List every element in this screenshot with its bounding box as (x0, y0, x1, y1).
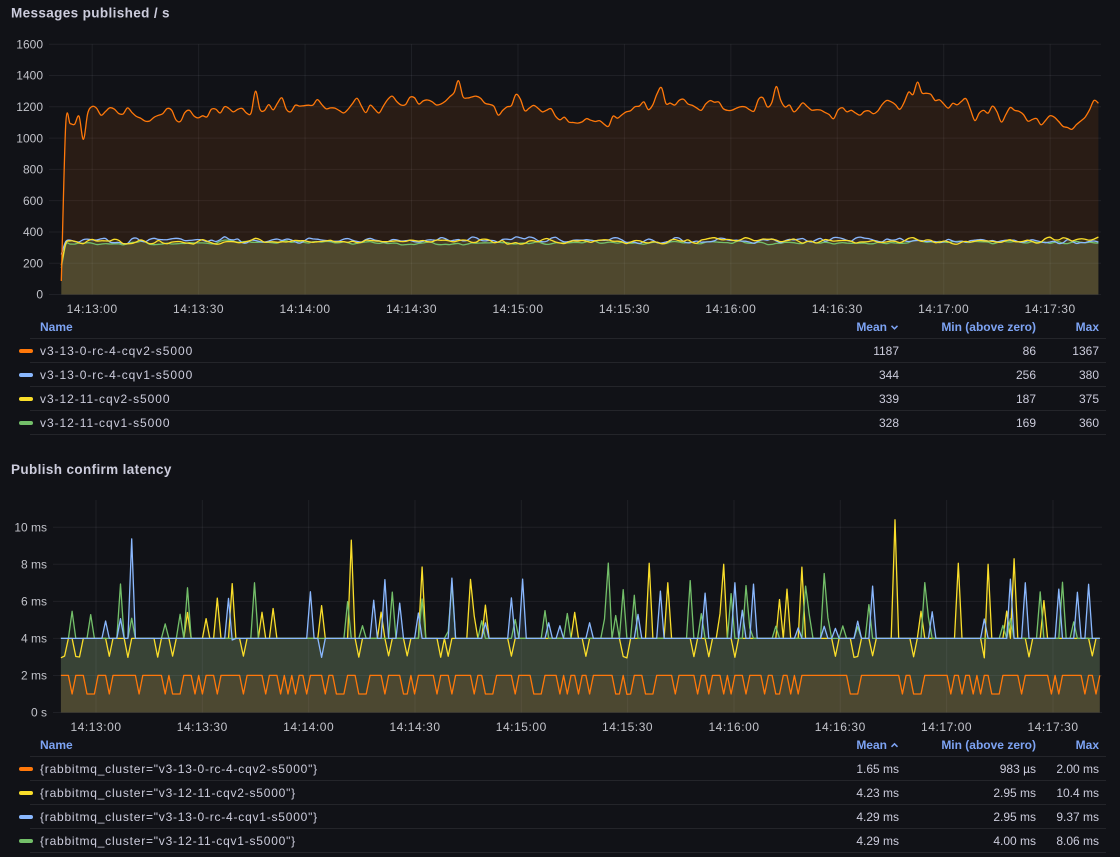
svg-text:Min (above zero): Min (above zero) (941, 738, 1036, 752)
svg-text:14:14:00: 14:14:00 (283, 720, 334, 734)
svg-text:4.23 ms: 4.23 ms (856, 786, 899, 800)
svg-text:14:15:00: 14:15:00 (496, 720, 547, 734)
svg-text:Mean: Mean (856, 320, 887, 334)
svg-text:0 s: 0 s (31, 706, 47, 720)
svg-text:375: 375 (1079, 392, 1099, 406)
svg-text:{rabbitmq_cluster="v3-12-11-cq: {rabbitmq_cluster="v3-12-11-cqv1-s5000"} (40, 834, 296, 848)
svg-text:14:15:30: 14:15:30 (599, 302, 650, 316)
svg-text:360: 360 (1079, 416, 1099, 430)
svg-text:14:16:00: 14:16:00 (705, 302, 756, 316)
svg-text:344: 344 (879, 368, 899, 382)
svg-text:86: 86 (1023, 344, 1037, 358)
svg-text:{rabbitmq_cluster="v3-13-0-rc-: {rabbitmq_cluster="v3-13-0-rc-4-cqv2-s50… (40, 762, 318, 776)
svg-text:10 ms: 10 ms (14, 520, 47, 534)
svg-text:1400: 1400 (16, 69, 43, 83)
svg-text:14:14:30: 14:14:30 (389, 720, 440, 734)
svg-text:Name: Name (40, 738, 73, 752)
svg-text:600: 600 (23, 194, 43, 208)
svg-text:8.06 ms: 8.06 ms (1056, 834, 1099, 848)
svg-text:1600: 1600 (16, 38, 43, 52)
svg-text:1367: 1367 (1072, 344, 1099, 358)
svg-text:2.95 ms: 2.95 ms (993, 786, 1036, 800)
svg-text:1187: 1187 (873, 344, 899, 358)
svg-text:200: 200 (23, 256, 43, 270)
svg-text:Max: Max (1076, 320, 1100, 334)
svg-text:14:16:00: 14:16:00 (708, 720, 759, 734)
svg-text:Messages published / s: Messages published / s (11, 6, 170, 21)
svg-text:v3-12-11-cqv2-s5000: v3-12-11-cqv2-s5000 (40, 392, 171, 406)
svg-text:14:17:30: 14:17:30 (1025, 302, 1076, 316)
svg-text:Min (above zero): Min (above zero) (941, 320, 1036, 334)
svg-text:400: 400 (23, 225, 43, 239)
svg-text:4 ms: 4 ms (21, 632, 47, 646)
svg-text:1000: 1000 (16, 131, 43, 145)
svg-text:14:17:00: 14:17:00 (921, 720, 972, 734)
svg-text:256: 256 (1016, 368, 1036, 382)
svg-text:14:15:30: 14:15:30 (602, 720, 653, 734)
svg-text:v3-12-11-cqv1-s5000: v3-12-11-cqv1-s5000 (40, 416, 171, 430)
svg-text:v3-13-0-rc-4-cqv2-s5000: v3-13-0-rc-4-cqv2-s5000 (40, 344, 193, 358)
svg-text:0: 0 (36, 288, 43, 302)
svg-text:14:13:30: 14:13:30 (177, 720, 228, 734)
svg-text:10.4 ms: 10.4 ms (1056, 786, 1099, 800)
svg-text:14:16:30: 14:16:30 (815, 720, 866, 734)
svg-text:2 ms: 2 ms (21, 669, 47, 683)
svg-text:1.65 ms: 1.65 ms (856, 762, 899, 776)
svg-text:v3-13-0-rc-4-cqv1-s5000: v3-13-0-rc-4-cqv1-s5000 (40, 368, 193, 382)
svg-text:4.29 ms: 4.29 ms (856, 834, 899, 848)
svg-text:Max: Max (1076, 738, 1100, 752)
svg-text:4.00 ms: 4.00 ms (993, 834, 1036, 848)
svg-text:14:13:00: 14:13:00 (67, 302, 118, 316)
svg-text:{rabbitmq_cluster="v3-12-11-cq: {rabbitmq_cluster="v3-12-11-cqv2-s5000"} (40, 786, 296, 800)
svg-text:187: 187 (1016, 392, 1036, 406)
svg-text:14:15:00: 14:15:00 (492, 302, 543, 316)
svg-text:328: 328 (879, 416, 899, 430)
svg-text:14:17:00: 14:17:00 (918, 302, 969, 316)
svg-text:9.37 ms: 9.37 ms (1056, 810, 1099, 824)
svg-text:14:16:30: 14:16:30 (812, 302, 863, 316)
svg-text:4.29 ms: 4.29 ms (856, 810, 899, 824)
svg-text:Publish confirm latency: Publish confirm latency (11, 462, 172, 477)
svg-text:6 ms: 6 ms (21, 595, 47, 609)
svg-text:2.00 ms: 2.00 ms (1056, 762, 1099, 776)
svg-text:{rabbitmq_cluster="v3-13-0-rc-: {rabbitmq_cluster="v3-13-0-rc-4-cqv1-s50… (40, 810, 318, 824)
svg-text:380: 380 (1079, 368, 1099, 382)
svg-text:14:14:30: 14:14:30 (386, 302, 437, 316)
svg-text:14:14:00: 14:14:00 (280, 302, 331, 316)
svg-text:14:13:30: 14:13:30 (173, 302, 224, 316)
svg-text:169: 169 (1016, 416, 1036, 430)
svg-text:1200: 1200 (16, 100, 43, 114)
svg-text:14:13:00: 14:13:00 (70, 720, 121, 734)
svg-text:2.95 ms: 2.95 ms (993, 810, 1036, 824)
svg-text:8 ms: 8 ms (21, 558, 47, 572)
svg-text:Mean: Mean (856, 738, 887, 752)
svg-text:800: 800 (23, 163, 43, 177)
svg-text:983 µs: 983 µs (1000, 762, 1036, 776)
svg-text:339: 339 (879, 392, 899, 406)
svg-text:14:17:30: 14:17:30 (1027, 720, 1078, 734)
svg-text:Name: Name (40, 320, 73, 334)
